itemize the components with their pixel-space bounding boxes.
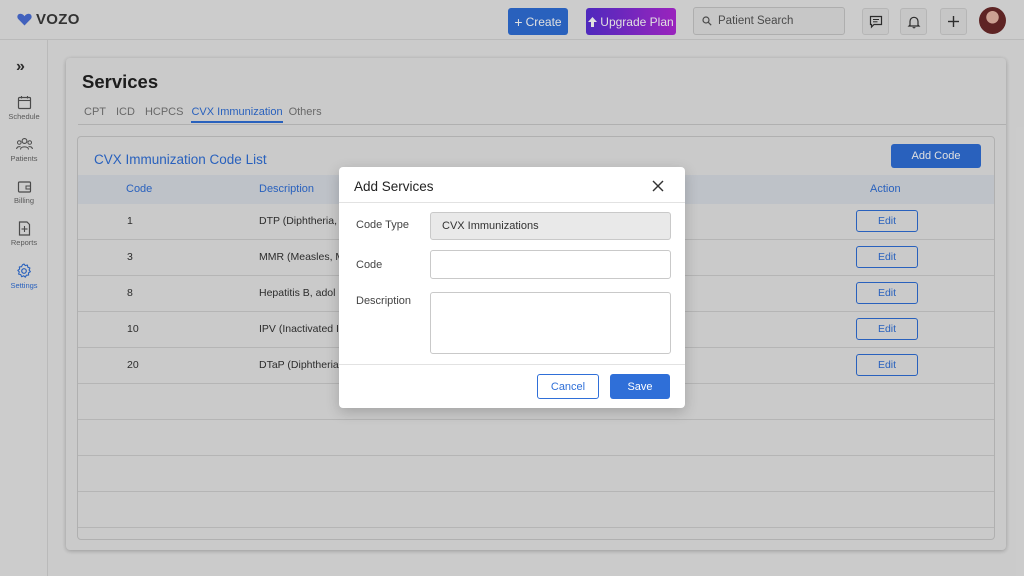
- description-label: Description: [356, 295, 412, 307]
- code-type-field: CVX Immunizations: [430, 212, 671, 240]
- modal-footer-divider: [339, 364, 685, 365]
- code-type-value: CVX Immunizations: [442, 220, 539, 232]
- code-input[interactable]: [430, 250, 671, 279]
- save-button[interactable]: Save: [610, 374, 670, 399]
- code-type-label: Code Type: [356, 219, 410, 231]
- description-textarea[interactable]: [430, 292, 671, 354]
- add-services-modal: Add Services Code Type CVX Immunizations…: [339, 167, 685, 408]
- modal-title: Add Services: [354, 179, 434, 194]
- cancel-button[interactable]: Cancel: [537, 374, 599, 399]
- modal-header-divider: [339, 202, 685, 203]
- close-icon[interactable]: [651, 179, 665, 193]
- code-label: Code: [356, 259, 383, 271]
